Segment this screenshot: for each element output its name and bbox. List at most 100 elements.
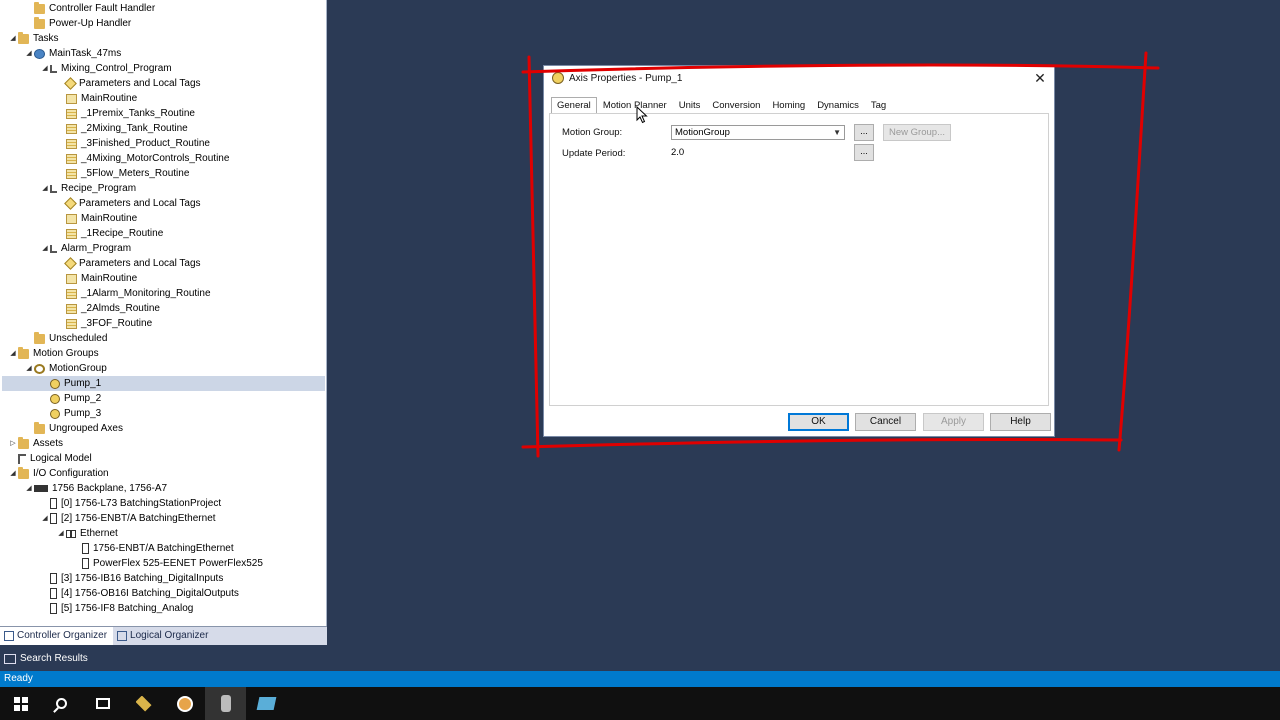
tree-item[interactable]: MainRoutine [56, 211, 137, 226]
tab-controller-organizer[interactable]: Controller Organizer [0, 627, 114, 645]
tree-item[interactable]: Power-Up Handler [24, 16, 131, 31]
status-bar: Ready [0, 671, 1280, 687]
collapse-arrow-icon[interactable]: ◢ [24, 481, 34, 496]
tree-item-label: I/O Configuration [33, 468, 109, 479]
apply-button[interactable]: Apply [923, 413, 984, 431]
logic-icon [18, 453, 26, 464]
tree-item[interactable]: ◢ Motion Groups [8, 346, 99, 361]
tree-item[interactable]: _3Finished_Product_Routine [56, 136, 210, 151]
axis-icon [50, 408, 60, 419]
tree-item[interactable]: ◢ Mixing_Control_Program [40, 61, 171, 76]
tree-item-label: Pump_1 [64, 378, 102, 389]
taskbar-app-factorytalk[interactable] [164, 687, 205, 720]
tab-homing[interactable]: Homing [766, 97, 811, 113]
tree-item[interactable]: _3FOF_Routine [56, 316, 152, 331]
collapse-arrow-icon[interactable]: ◢ [40, 511, 50, 526]
tree-item[interactable]: _5Flow_Meters_Routine [56, 166, 189, 181]
tree-item[interactable]: ◢ [2] 1756-ENBT/A BatchingEthernet [40, 511, 216, 526]
tree-item[interactable]: [0] 1756-L73 BatchingStationProject [40, 496, 221, 511]
help-button[interactable]: Help [990, 413, 1051, 431]
tree-item[interactable]: _1Recipe_Routine [56, 226, 163, 241]
tree-item[interactable]: 1756-ENBT/A BatchingEthernet [72, 541, 234, 556]
collapse-arrow-icon[interactable]: ◢ [8, 466, 18, 481]
taskbar-app-logix-designer[interactable] [205, 687, 246, 720]
tree-item[interactable]: _1Premix_Tanks_Routine [56, 106, 195, 121]
taskbar-app-studio5000[interactable] [123, 687, 164, 720]
tab-dynamics[interactable]: Dynamics [811, 97, 865, 113]
tree-item[interactable]: ◢ Ethernet [56, 526, 118, 541]
tree-item[interactable]: _2Almds_Routine [56, 301, 160, 316]
module-icon [82, 558, 89, 569]
tree-item[interactable]: Ungrouped Axes [24, 421, 123, 436]
tree-item-label: _1Alarm_Monitoring_Routine [81, 288, 211, 299]
motion-icon [34, 363, 45, 374]
tree-item[interactable]: [4] 1756-OB16I Batching_DigitalOutputs [40, 586, 239, 601]
folder-icon [18, 436, 29, 449]
tree-item[interactable]: _2Mixing_Tank_Routine [56, 121, 188, 136]
tree-item-label: _4Mixing_MotorControls_Routine [81, 153, 230, 164]
tree-item[interactable]: Parameters and Local Tags [56, 196, 201, 211]
close-icon[interactable]: ✕ [1030, 68, 1050, 88]
tab-search-results[interactable]: Search Results [4, 651, 88, 667]
collapse-arrow-icon[interactable]: ◢ [8, 31, 18, 46]
motion-group-select[interactable]: MotionGroup ▼ [671, 125, 845, 140]
task-view-button[interactable] [82, 687, 123, 720]
tab-conversion[interactable]: Conversion [706, 97, 766, 113]
collapse-arrow-icon[interactable]: ◢ [24, 361, 34, 376]
tab-general[interactable]: General [551, 97, 597, 114]
tab-motion-planner[interactable]: Motion Planner [597, 97, 673, 113]
tab-search-results-label: Search Results [20, 653, 88, 664]
routine-icon [66, 288, 77, 299]
taskbar-app-emulate[interactable] [246, 687, 287, 720]
collapse-arrow-icon[interactable]: ◢ [40, 241, 50, 256]
collapse-arrow-icon[interactable]: ◢ [40, 61, 50, 76]
dialog-titlebar[interactable]: Axis Properties - Pump_1 ✕ [544, 66, 1054, 90]
taskbar-search-button[interactable] [41, 687, 82, 720]
expand-arrow-icon[interactable]: ▷ [8, 436, 18, 451]
tab-units[interactable]: Units [673, 97, 707, 113]
folder-icon [18, 466, 29, 479]
tree-item[interactable]: Unscheduled [24, 331, 107, 346]
new-group-button[interactable]: New Group... [883, 124, 951, 141]
update-period-browse-button[interactable]: ... [854, 144, 874, 161]
collapse-arrow-icon[interactable]: ◢ [24, 46, 34, 61]
tab-tag[interactable]: Tag [865, 97, 892, 113]
tree-item[interactable]: Parameters and Local Tags [56, 76, 201, 91]
start-button[interactable] [0, 687, 41, 720]
tab-logical-organizer[interactable]: Logical Organizer [113, 627, 214, 645]
tree-item[interactable]: Pump_2 [40, 391, 101, 406]
cancel-button[interactable]: Cancel [855, 413, 916, 431]
tree-item[interactable]: ◢ Alarm_Program [40, 241, 131, 256]
tree-item[interactable]: ◢ MainTask_47ms [24, 46, 121, 61]
tree-item[interactable]: ◢ Recipe_Program [40, 181, 136, 196]
motion-group-label: Motion Group: [562, 127, 623, 138]
tree-item[interactable]: ▷ Assets [8, 436, 63, 451]
dialog-tab-strip: General Motion Planner Units Conversion … [551, 97, 892, 114]
tree-item[interactable]: ◢ I/O Configuration [8, 466, 109, 481]
tree-item[interactable]: PowerFlex 525-EENET PowerFlex525 [72, 556, 263, 571]
tree-item-label: 1756 Backplane, 1756-A7 [52, 483, 168, 494]
tree-item[interactable]: Logical Model [8, 451, 92, 466]
tree-item[interactable]: ◢ Tasks [8, 31, 59, 46]
motion-group-browse-button[interactable]: ... [854, 124, 874, 141]
tree-item[interactable]: _1Alarm_Monitoring_Routine [56, 286, 211, 301]
tree-item-label: 1756-ENBT/A BatchingEthernet [93, 543, 234, 554]
tree-item[interactable]: Pump_1 [2, 376, 325, 391]
ok-button[interactable]: OK [788, 413, 849, 431]
tree-item[interactable]: MainRoutine [56, 91, 137, 106]
tree-item-label: _3Finished_Product_Routine [81, 138, 210, 149]
tree-item[interactable]: ◢ MotionGroup [24, 361, 107, 376]
collapse-arrow-icon[interactable]: ◢ [56, 526, 66, 541]
tree-item[interactable]: Pump_3 [40, 406, 101, 421]
collapse-arrow-icon[interactable]: ◢ [40, 181, 50, 196]
tree-item[interactable]: [3] 1756-IB16 Batching_DigitalInputs [40, 571, 223, 586]
tree-item[interactable]: [5] 1756-IF8 Batching_Analog [40, 601, 193, 616]
tree-item[interactable]: MainRoutine [56, 271, 137, 286]
collapse-arrow-icon[interactable]: ◢ [8, 346, 18, 361]
search-icon [56, 698, 67, 709]
tree-item[interactable]: ◢ 1756 Backplane, 1756-A7 [24, 481, 167, 496]
tree-item[interactable]: Controller Fault Handler [24, 1, 155, 16]
tree-item[interactable]: _4Mixing_MotorControls_Routine [56, 151, 229, 166]
search-results-strip: Search Results [0, 645, 327, 671]
tree-item[interactable]: Parameters and Local Tags [56, 256, 201, 271]
